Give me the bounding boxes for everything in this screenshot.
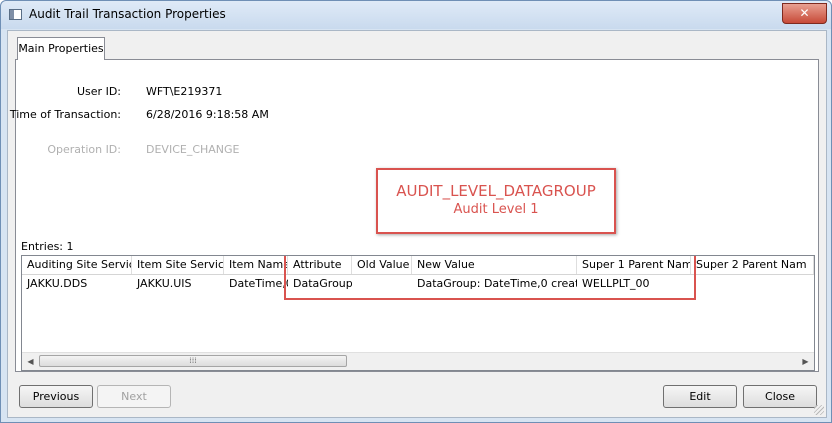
window-icon — [9, 9, 22, 20]
scrollbar-thumb[interactable]: ⁞⁞⁞ — [39, 355, 347, 367]
cell-auditing-site-service: JAKKU.DDS — [27, 277, 88, 290]
close-button[interactable]: Close — [743, 385, 817, 408]
tab-main-properties[interactable]: Main Properties — [17, 37, 105, 60]
operation-id-label: Operation ID: — [47, 143, 121, 156]
cell-super-2-parent-name — [691, 275, 814, 292]
highlight-rectangle — [284, 256, 696, 300]
column-header-item-name[interactable]: Item Name — [224, 256, 288, 274]
cell-item-site-service: JAKKU.UIS — [137, 277, 192, 290]
audit-level-callout: AUDIT_LEVEL_DATAGROUP Audit Level 1 — [376, 168, 616, 234]
dialog-client: Main Properties User ID: WFT\E219371 Tim… — [7, 30, 827, 418]
scroll-right-icon[interactable]: ▶ — [797, 353, 814, 370]
close-window-button[interactable]: ✕ — [782, 3, 827, 24]
audit-level-code: AUDIT_LEVEL_DATAGROUP — [396, 182, 596, 200]
operation-id-value: DEVICE_CHANGE — [146, 143, 240, 156]
title-bar[interactable]: Audit Trail Transaction Properties ✕ — [1, 1, 831, 29]
scroll-left-icon[interactable]: ◀ — [22, 353, 39, 370]
window-title: Audit Trail Transaction Properties — [29, 7, 226, 21]
column-header-auditing-site-service[interactable]: Auditing Site Service — [22, 256, 132, 274]
previous-button[interactable]: Previous — [19, 385, 93, 408]
dialog-window: Audit Trail Transaction Properties ✕ Mai… — [0, 0, 832, 423]
column-header-super-2-parent-name[interactable]: Super 2 Parent Nam — [691, 256, 814, 274]
close-icon: ✕ — [799, 6, 810, 20]
cell-item-name: DateTime,0 — [229, 277, 288, 290]
column-header-item-site-service[interactable]: Item Site Service — [132, 256, 224, 274]
main-properties-panel: User ID: WFT\E219371 Time of Transaction… — [10, 59, 819, 372]
user-id-value: WFT\E219371 — [146, 85, 223, 98]
entries-count: Entries: 1 — [21, 240, 74, 253]
resize-grip-icon[interactable] — [814, 405, 824, 415]
time-of-transaction-label: Time of Transaction: — [9, 108, 121, 121]
horizontal-scrollbar[interactable]: ◀ ⁞⁞⁞ ▶ — [22, 352, 814, 370]
edit-button[interactable]: Edit — [663, 385, 737, 408]
time-of-transaction-value: 6/28/2016 9:18:58 AM — [146, 108, 269, 121]
audit-level-name: Audit Level 1 — [453, 202, 539, 217]
next-button[interactable]: Next — [97, 385, 171, 408]
user-id-label: User ID: — [77, 85, 121, 98]
entries-list[interactable]: Auditing Site Service Item Site Service … — [21, 255, 815, 371]
